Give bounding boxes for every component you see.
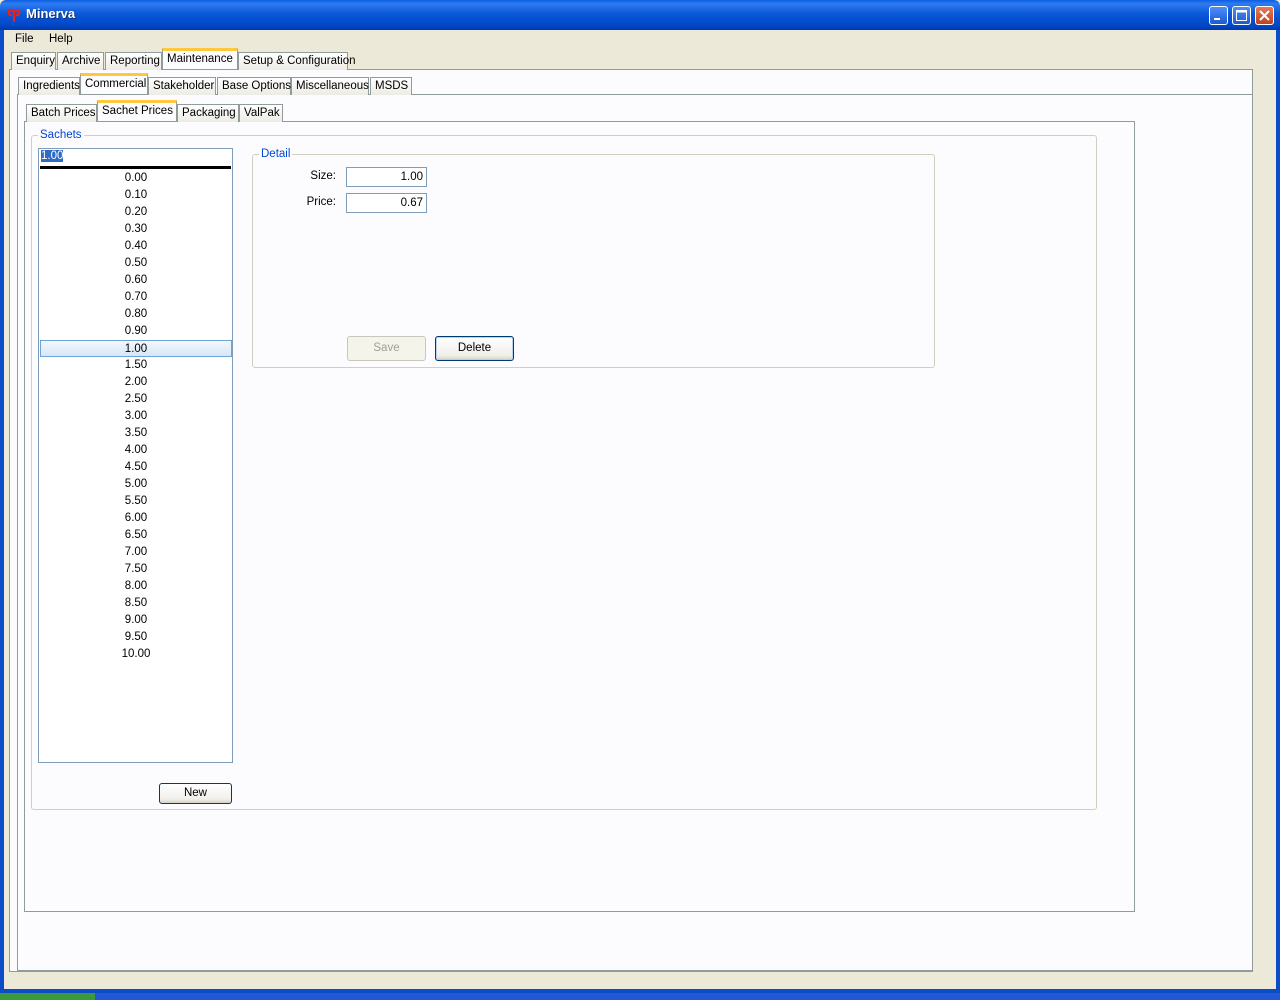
sachet-list-item[interactable]: 9.50	[40, 629, 232, 646]
close-icon	[1259, 10, 1270, 21]
close-button[interactable]	[1255, 6, 1274, 25]
tab-stakeholder[interactable]: Stakeholder	[148, 77, 216, 95]
sachet-list-item[interactable]: 3.00	[40, 408, 232, 425]
sachet-list-item[interactable]: 0.90	[40, 323, 232, 340]
maximize-button[interactable]	[1232, 6, 1251, 25]
sachets-input-value: 1.00	[41, 150, 64, 162]
app-icon	[7, 9, 21, 22]
tab-packaging[interactable]: Packaging	[177, 104, 239, 122]
sachet-list-item[interactable]: 0.60	[40, 272, 232, 289]
sachet-list-item[interactable]: 8.00	[40, 578, 232, 595]
sachet-list-item[interactable]: 9.00	[40, 612, 232, 629]
tab-msds[interactable]: MSDS	[370, 77, 412, 95]
tab-sachet-prices[interactable]: Sachet Prices	[97, 100, 177, 121]
tab-maintenance[interactable]: Maintenance	[162, 48, 238, 69]
sachet-list-item[interactable]: 2.50	[40, 391, 232, 408]
tab-setup-configuration[interactable]: Setup & Configuration	[238, 52, 356, 70]
size-field[interactable]: 1.00	[346, 167, 427, 187]
tab-ingredients[interactable]: Ingredients	[18, 77, 80, 95]
tab-base-options[interactable]: Base Options	[217, 77, 291, 95]
sachets-search-input[interactable]: 1.00	[40, 150, 231, 169]
sachet-list-item[interactable]: 3.50	[40, 425, 232, 442]
window-frame-right	[1276, 30, 1280, 993]
tab-batch-prices[interactable]: Batch Prices	[26, 104, 97, 122]
sachet-list-item[interactable]: 0.30	[40, 221, 232, 238]
size-label: Size:	[310, 170, 336, 182]
detail-group-label: Detail	[259, 148, 293, 160]
tab-enquiry[interactable]: Enquiry	[11, 52, 56, 70]
price-label: Price:	[306, 196, 336, 208]
price-field[interactable]: 0.67	[346, 193, 427, 213]
sachets-group-label: Sachets	[38, 129, 84, 141]
sachet-list-item[interactable]: 0.70	[40, 289, 232, 306]
start-button[interactable]	[0, 993, 95, 1000]
sachet-list-item[interactable]: 8.50	[40, 595, 232, 612]
sachets-list[interactable]: 1.00 0.00 0.10 0.20 0.30 0.40 0.50 0.60 0.70 0.8…	[38, 148, 233, 763]
sachet-list-item[interactable]: 6.50	[40, 527, 232, 544]
maximize-icon	[1236, 10, 1247, 21]
sachet-list-item[interactable]: 0.50	[40, 255, 232, 272]
sachet-list-item[interactable]: 6.00	[40, 510, 232, 527]
minimize-button[interactable]	[1209, 6, 1228, 25]
menu-bar: File Help	[4, 30, 1276, 50]
sachet-list-item[interactable]: 1.00	[40, 340, 232, 357]
window-frame-left	[0, 30, 4, 993]
menu-help[interactable]: Help	[44, 33, 78, 45]
sachet-list-item[interactable]: 0.10	[40, 187, 232, 204]
minimize-icon	[1214, 18, 1220, 20]
sachet-list-item[interactable]: 5.50	[40, 493, 232, 510]
delete-button[interactable]: Delete	[435, 336, 514, 361]
sachet-list-item[interactable]: 2.00	[40, 374, 232, 391]
tab-commercial[interactable]: Commercial	[80, 73, 148, 94]
tab-reporting[interactable]: Reporting	[105, 52, 162, 70]
sachet-list-item[interactable]: 0.20	[40, 204, 232, 221]
sachet-list-item[interactable]: 0.40	[40, 238, 232, 255]
sachet-list-item[interactable]: 7.00	[40, 544, 232, 561]
title-bar: Minerva	[0, 0, 1280, 30]
sachet-list-item[interactable]: 10.00	[40, 646, 232, 663]
sachet-list-item[interactable]: 4.00	[40, 442, 232, 459]
sachet-list-item[interactable]: 7.50	[40, 561, 232, 578]
sachet-list-item[interactable]: 1.50	[40, 357, 232, 374]
taskbar	[0, 993, 1280, 1000]
sachet-list-item[interactable]: 0.00	[40, 170, 232, 187]
sachet-list-item[interactable]: 4.50	[40, 459, 232, 476]
new-button[interactable]: New	[159, 783, 232, 804]
sachet-list-item[interactable]: 5.00	[40, 476, 232, 493]
save-button[interactable]: Save	[347, 336, 426, 361]
tab-miscellaneous[interactable]: Miscellaneous	[291, 77, 369, 95]
menu-file[interactable]: File	[10, 33, 39, 45]
window-title: Minerva	[26, 6, 76, 21]
tab-valpak[interactable]: ValPak	[239, 104, 283, 122]
tab-archive[interactable]: Archive	[57, 52, 104, 70]
sachet-list-item[interactable]: 0.80	[40, 306, 232, 323]
